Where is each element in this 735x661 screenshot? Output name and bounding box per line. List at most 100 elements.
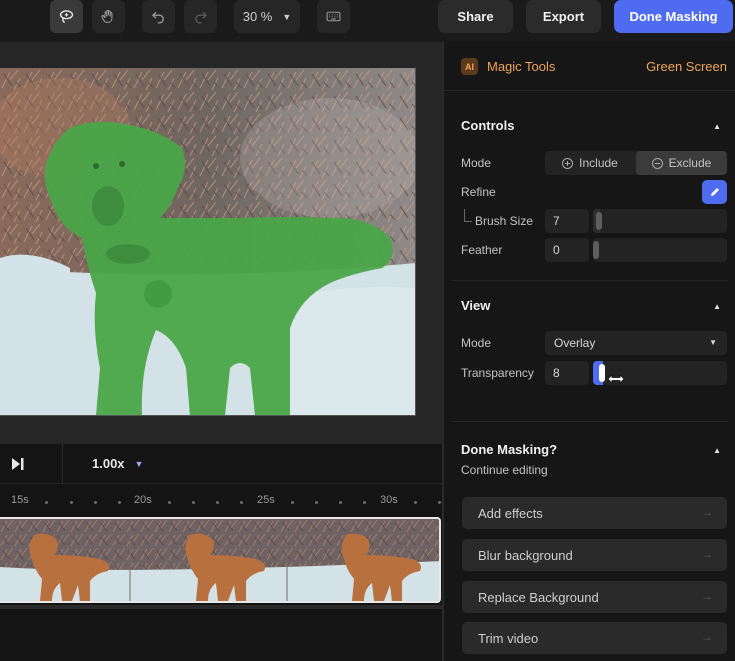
collapse-caret-icon[interactable]: ▲ <box>713 302 721 311</box>
tick-mark <box>192 501 195 504</box>
done-section-title[interactable]: Done Masking? <box>461 442 557 457</box>
tick-mark <box>363 501 366 504</box>
tick-mark <box>414 501 417 504</box>
divider <box>62 444 63 484</box>
continue-editing-label: Continue editing <box>461 463 548 477</box>
view-mode-label: Mode <box>461 336 492 350</box>
feather-label: Feather <box>461 243 503 257</box>
export-button[interactable]: Export <box>526 0 601 33</box>
tick-mark <box>240 501 243 504</box>
tick-mark <box>168 501 171 504</box>
divider <box>452 421 728 422</box>
tick-label: 30s <box>380 494 398 506</box>
arrow-right-icon: → <box>701 505 713 519</box>
redo-icon <box>195 11 207 24</box>
tick-mark <box>216 501 219 504</box>
arrow-right-icon: → <box>701 630 713 644</box>
track-bar <box>0 605 442 609</box>
tick-mark <box>291 501 294 504</box>
playback-bar: 1.00x ▼ <box>0 444 442 484</box>
keyboard-shortcuts-button[interactable] <box>317 0 350 33</box>
undo-button[interactable] <box>142 0 175 33</box>
tick-mark <box>315 501 318 504</box>
replace-background-button[interactable]: Replace Background → <box>462 581 727 613</box>
tool-name[interactable]: Green Screen <box>646 59 727 74</box>
video-frame-preview[interactable] <box>0 68 416 416</box>
divider <box>452 280 728 281</box>
tick-mark <box>70 501 73 504</box>
mode-toggle[interactable]: Include Exclude <box>545 151 727 175</box>
trim-video-button[interactable]: Trim video → <box>462 622 727 654</box>
zoom-select[interactable]: 30 % ▼ <box>234 0 300 33</box>
tick-mark <box>339 501 342 504</box>
speed-value: 1.00x <box>92 456 125 471</box>
pencil-icon <box>710 188 719 196</box>
chevron-down-icon: ▼ <box>282 11 292 22</box>
refine-label: Refine <box>461 185 496 199</box>
timeline-ruler[interactable]: 15s 20s 25s 30s <box>0 492 442 512</box>
video-canvas[interactable] <box>0 42 442 444</box>
include-label: Include <box>579 156 618 170</box>
hand-icon <box>101 9 113 24</box>
lasso-tool-button[interactable] <box>50 0 83 33</box>
blur-background-button[interactable]: Blur background → <box>462 539 727 571</box>
tick-mark <box>94 501 97 504</box>
playback-speed-select[interactable]: 1.00x ▼ <box>92 456 143 471</box>
ai-icon: AI <box>461 58 478 75</box>
share-button[interactable]: Share <box>438 0 513 33</box>
plus-circle-icon <box>562 157 574 169</box>
brush-size-slider[interactable] <box>593 209 727 233</box>
mode-label: Mode <box>461 156 492 170</box>
include-option[interactable]: Include <box>545 151 635 175</box>
masked-dog-frame <box>0 68 415 415</box>
magic-tools-panel: AI Magic Tools Green Screen Controls ▲ M… <box>442 42 735 661</box>
skip-to-end-icon[interactable] <box>11 457 25 471</box>
tick-mark <box>45 501 48 504</box>
tick-label: 25s <box>257 494 275 506</box>
top-toolbar: 30 % ▼ Share Export Done Masking <box>0 0 735 42</box>
refine-brush-button[interactable] <box>702 180 727 204</box>
redo-button[interactable] <box>184 0 217 33</box>
view-mode-value: Overlay <box>554 336 596 350</box>
slider-handle[interactable] <box>599 364 605 382</box>
done-masking-button[interactable]: Done Masking <box>614 0 733 33</box>
brush-size-input[interactable]: 7 <box>545 209 589 233</box>
view-mode-select[interactable]: Overlay ▼ <box>545 331 727 355</box>
action-label: Trim video <box>478 630 539 646</box>
action-label: Add effects <box>478 505 543 521</box>
timeline[interactable]: 15s 20s 25s 30s <box>0 484 442 661</box>
tick-mark <box>438 501 441 504</box>
view-section-title[interactable]: View <box>461 298 490 313</box>
collapse-caret-icon[interactable]: ▲ <box>713 122 721 131</box>
undo-icon <box>152 11 164 24</box>
controls-section-title[interactable]: Controls <box>461 118 514 133</box>
collapse-caret-icon[interactable]: ▲ <box>713 446 721 455</box>
hand-tool-button[interactable] <box>92 0 125 33</box>
exclude-option[interactable]: Exclude <box>636 151 727 175</box>
action-label: Blur background <box>478 547 573 563</box>
slider-handle[interactable] <box>593 241 599 259</box>
resize-cursor-icon <box>607 374 625 384</box>
transparency-label: Transparency <box>461 366 534 380</box>
lasso-icon <box>59 10 74 24</box>
video-clip[interactable] <box>0 517 441 603</box>
exclude-label: Exclude <box>668 156 712 170</box>
feather-input[interactable]: 0 <box>545 238 589 262</box>
arrow-right-icon: → <box>701 589 713 603</box>
slider-handle[interactable] <box>596 212 602 230</box>
clip-thumbnails <box>0 519 439 601</box>
panel-header: AI Magic Tools Green Screen <box>444 42 735 91</box>
keyboard-icon <box>326 11 341 22</box>
transparency-input[interactable]: 8 <box>545 361 589 385</box>
action-label: Replace Background <box>478 589 599 605</box>
feather-slider[interactable] <box>593 238 727 262</box>
tick-label: 20s <box>134 494 152 506</box>
add-effects-button[interactable]: Add effects → <box>462 497 727 529</box>
chevron-down-icon: ▼ <box>134 458 144 469</box>
chevron-down-icon: ▼ <box>709 338 717 347</box>
zoom-value: 30 % <box>242 9 273 24</box>
minus-circle-icon <box>651 157 663 169</box>
panel-title[interactable]: Magic Tools <box>487 59 555 74</box>
tick-mark <box>118 501 121 504</box>
brush-size-label: Brush Size <box>475 214 534 228</box>
